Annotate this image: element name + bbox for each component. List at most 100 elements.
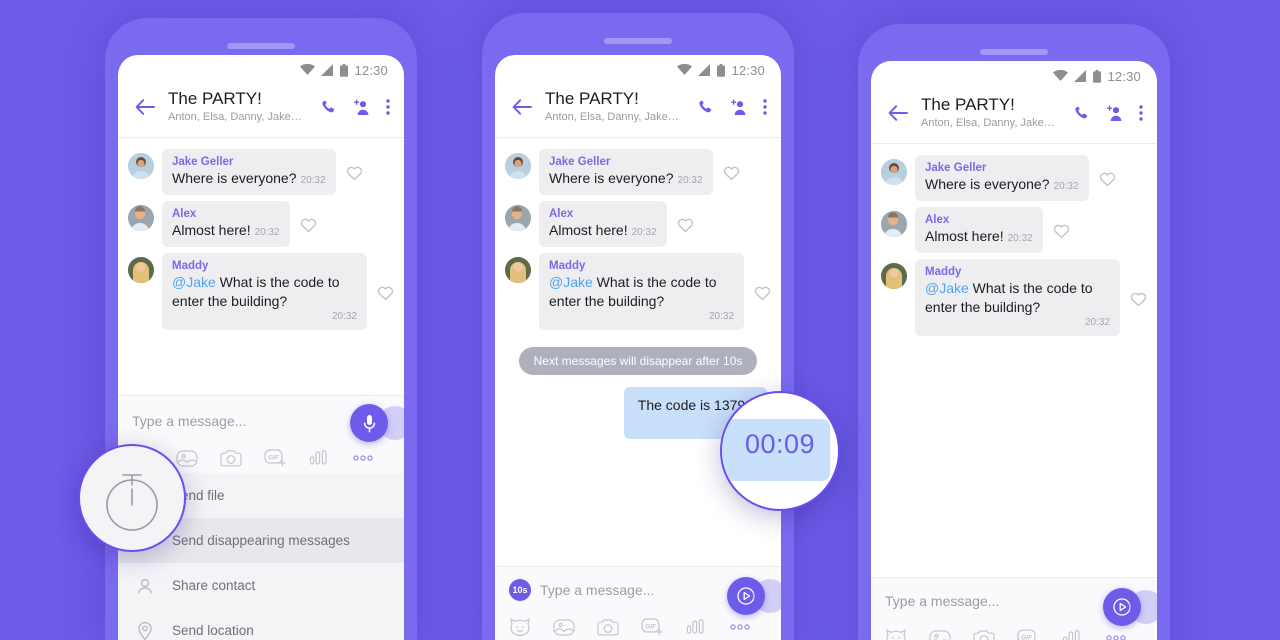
voice-wave-icon[interactable] <box>1062 629 1084 640</box>
message-bubble[interactable]: Jake Geller Where is everyone? 20:32 <box>539 149 713 195</box>
mention-tag[interactable]: @Jake <box>549 274 593 290</box>
page-title: The PARTY! <box>921 95 1015 114</box>
back-button[interactable] <box>883 98 913 128</box>
avatar-jake <box>128 153 154 179</box>
mention-tag[interactable]: @Jake <box>172 274 216 290</box>
heart-icon[interactable] <box>754 285 771 301</box>
voice-wave-icon[interactable] <box>686 618 708 637</box>
message-input[interactable]: Type a message... <box>885 593 999 609</box>
battery-icon <box>1093 69 1102 83</box>
gif-icon[interactable]: GIF <box>264 448 287 468</box>
send-ghost-button[interactable] <box>753 579 781 613</box>
message-row[interactable]: Maddy @Jake What is the code to enter th… <box>495 250 781 333</box>
heart-icon[interactable] <box>346 165 363 181</box>
message-bubble[interactable]: Alex Almost here! 20:32 <box>539 201 667 247</box>
page-title: The PARTY! <box>545 89 639 108</box>
add-participant-icon[interactable] <box>1105 105 1124 122</box>
mention-tag[interactable]: @Jake <box>925 280 969 296</box>
heart-icon[interactable] <box>677 217 694 233</box>
heart-icon[interactable] <box>1130 291 1147 307</box>
back-arrow-icon <box>512 99 532 115</box>
message-row[interactable]: Jake Geller Where is everyone? 20:32 <box>495 146 781 198</box>
gif-icon[interactable]: GIF <box>641 617 664 637</box>
wifi-icon <box>1053 70 1069 81</box>
message-row[interactable]: Alex Almost here! 20:32 <box>871 204 1157 256</box>
message-bubble[interactable]: Jake Geller Where is everyone? 20:32 <box>915 155 1089 201</box>
attach-item-share-contact[interactable]: Share contact <box>118 563 404 608</box>
message-time: 20:32 <box>677 175 703 186</box>
message-bubble[interactable]: Maddy @Jake What is the code to enter th… <box>539 253 744 330</box>
add-participant-icon[interactable] <box>729 99 748 116</box>
more-icon[interactable] <box>353 454 373 462</box>
heart-icon[interactable] <box>377 285 394 301</box>
sticker-icon[interactable] <box>509 617 531 637</box>
page-title: The PARTY! <box>168 89 262 108</box>
message-row[interactable]: Jake Geller Where is everyone? 20:32 <box>118 146 404 198</box>
camera-icon[interactable] <box>220 449 242 468</box>
more-icon[interactable] <box>1106 634 1126 640</box>
battery-icon <box>340 63 349 77</box>
message-text-line: Where is everyone? 20:32 <box>172 169 326 188</box>
message-bubble[interactable]: Maddy @Jake What is the code to enter th… <box>915 259 1120 336</box>
send-ghost-button[interactable] <box>1129 590 1157 624</box>
phone-screen-2: 12:30 The PARTY! Anton, Elsa, Danny, Jak… <box>495 55 781 640</box>
message-text-line: Almost here! 20:32 <box>925 227 1033 246</box>
chat-titles: The PARTY! Anton, Elsa, Danny, Jake… <box>913 95 1067 131</box>
attach-item-label: Send disappearing messages <box>172 533 350 548</box>
heart-icon[interactable] <box>1099 171 1116 187</box>
message-row[interactable]: Alex Almost here! 20:32 <box>118 198 404 250</box>
overflow-menu-icon[interactable] <box>1139 105 1143 121</box>
avatar-maddy <box>128 257 154 283</box>
gif-icon[interactable]: GIF <box>1017 628 1040 640</box>
phone-screen-1: 12:30 The PARTY! Anton, Elsa, Danny, Jak… <box>118 55 404 640</box>
message-input[interactable]: Type a message... <box>132 413 246 429</box>
message-time: 20:32 <box>1053 181 1079 192</box>
message-sender: Maddy <box>172 260 209 272</box>
app-bar: The PARTY! Anton, Elsa, Danny, Jake… <box>871 91 1157 144</box>
call-icon[interactable] <box>320 99 337 116</box>
message-bubble[interactable]: Jake Geller Where is everyone? 20:32 <box>162 149 336 195</box>
message-row[interactable]: Maddy @Jake What is the code to enter th… <box>871 256 1157 339</box>
call-icon[interactable] <box>1073 105 1090 122</box>
avatar-jake <box>505 153 531 179</box>
status-time: 12:30 <box>1107 68 1141 84</box>
disappear-timer-badge[interactable]: 10s <box>509 579 531 601</box>
heart-icon[interactable] <box>1053 223 1070 239</box>
voice-wave-icon[interactable] <box>309 449 331 468</box>
camera-icon[interactable] <box>973 629 995 640</box>
phone-speaker <box>227 43 295 49</box>
message-input[interactable]: Type a message... <box>540 582 654 598</box>
message-list: Jake Geller Where is everyone? 20:32 Alex… <box>118 138 404 333</box>
avatar-alex <box>128 205 154 231</box>
photo-icon[interactable] <box>553 618 575 637</box>
message-sender: Alex <box>549 208 574 220</box>
status-time: 12:30 <box>354 62 388 78</box>
heart-icon[interactable] <box>723 165 740 181</box>
photo-icon[interactable] <box>929 629 951 640</box>
message-row[interactable]: Jake Geller Where is everyone? 20:32 <box>871 152 1157 204</box>
message-bubble[interactable]: Maddy @Jake What is the code to enter th… <box>162 253 367 330</box>
call-icon[interactable] <box>697 99 714 116</box>
message-bubble[interactable]: Alex Almost here! 20:32 <box>915 207 1043 253</box>
status-time: 12:30 <box>731 62 765 78</box>
composer-icon-row: GIF <box>509 615 767 639</box>
contact-icon <box>138 578 152 594</box>
app-bar-actions <box>691 99 767 116</box>
message-text: Where is everyone? <box>925 176 1050 192</box>
back-button[interactable] <box>130 92 160 122</box>
message-bubble[interactable]: Alex Almost here! 20:32 <box>162 201 290 247</box>
message-list: Jake Geller Where is everyone? 20:32 Alex… <box>871 144 1157 339</box>
add-participant-icon[interactable] <box>352 99 371 116</box>
sticker-icon[interactable] <box>885 628 907 640</box>
heart-icon[interactable] <box>300 217 317 233</box>
send-ghost-button[interactable] <box>378 406 404 440</box>
back-button[interactable] <box>507 92 537 122</box>
signal-icon <box>698 64 711 76</box>
message-row[interactable]: Alex Almost here! 20:32 <box>495 198 781 250</box>
attach-item-send-location[interactable]: Send location <box>118 608 404 640</box>
more-icon[interactable] <box>730 623 750 631</box>
camera-icon[interactable] <box>597 618 619 637</box>
overflow-menu-icon[interactable] <box>386 99 390 115</box>
message-row[interactable]: Maddy @Jake What is the code to enter th… <box>118 250 404 333</box>
overflow-menu-icon[interactable] <box>763 99 767 115</box>
